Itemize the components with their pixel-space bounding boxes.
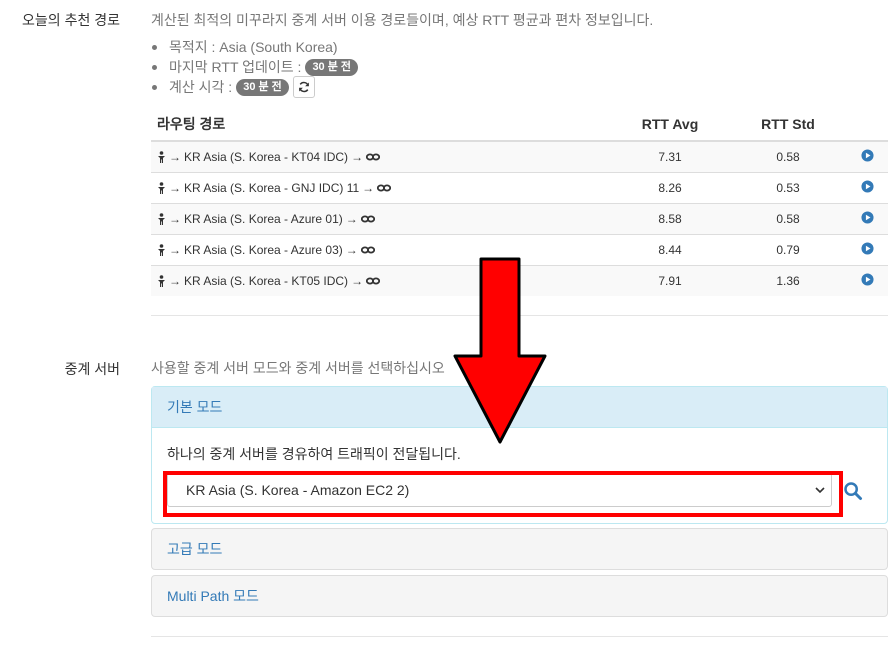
route-name: KR Asia (S. Korea - KT04 IDC) (184, 150, 349, 164)
rtt-avg-value: 8.58 (611, 203, 729, 235)
arrow-text: → (345, 212, 358, 226)
arrow-text: → (362, 181, 375, 195)
chevron-down-icon (815, 486, 825, 493)
destination-text: 목적지 : Asia (South Korea) (169, 39, 338, 55)
action-cell (847, 234, 888, 266)
rtt-std-value: 0.58 (729, 203, 847, 235)
last-update-badge: 30 분 전 (305, 58, 359, 76)
person-icon (158, 213, 165, 225)
rtt-std-value: 0.79 (729, 234, 847, 266)
last-update-label: 마지막 RTT 업데이트 : (169, 59, 302, 75)
table-row: → KR Asia (S. Korea - GNJ IDC) 11 → 8.26… (151, 172, 888, 204)
multipath-mode-title[interactable]: Multi Path 모드 (152, 576, 887, 616)
person-icon (158, 182, 165, 194)
action-cell (847, 140, 888, 173)
info-destination: 목적지 : Asia (South Korea) (151, 37, 358, 57)
bullet (152, 44, 157, 50)
header-action (847, 108, 888, 142)
person-icon (158, 151, 165, 163)
link-icon (377, 184, 392, 192)
rtt-avg-value: 7.31 (611, 140, 729, 173)
route-name: KR Asia (S. Korea - Azure 03) (184, 243, 343, 257)
route-name: KR Asia (S. Korea - KT05 IDC) (184, 274, 349, 288)
rtt-avg-value: 7.91 (611, 265, 729, 296)
arrow-text: → (351, 274, 364, 288)
multipath-mode-panel[interactable]: Multi Path 모드 (151, 575, 888, 617)
action-cell (847, 172, 888, 204)
play-circle-icon[interactable] (861, 211, 874, 224)
route-cell: → KR Asia (S. Korea - GNJ IDC) 11 → (151, 172, 611, 204)
person-icon (158, 275, 165, 287)
bullet (152, 84, 157, 90)
calc-time-badge: 30 분 전 (236, 78, 289, 96)
link-icon (360, 246, 375, 254)
table-row: → KR Asia (S. Korea - KT04 IDC) → 7.31 0… (151, 140, 888, 173)
info-last-update: 마지막 RTT 업데이트 : 30 분 전 (151, 57, 359, 77)
route-cell: → KR Asia (S. Korea - KT04 IDC) → (151, 140, 611, 173)
basic-mode-text: 하나의 중계 서버를 경유하여 트래픽이 전달됩니다. (167, 446, 461, 462)
play-circle-icon[interactable] (861, 180, 874, 193)
person-icon (158, 244, 165, 256)
action-cell (847, 265, 888, 296)
link-icon (360, 215, 375, 223)
arrow-text: → (345, 243, 358, 257)
route-name: KR Asia (S. Korea - Azure 01) (184, 212, 343, 226)
info-list: 목적지 : Asia (South Korea) 마지막 RTT 업데이트 : … (151, 37, 359, 98)
annotation-arrow-down (453, 257, 547, 444)
route-cell: → KR Asia (S. Korea - Azure 01) → (151, 203, 611, 235)
arrow-text: → (351, 150, 364, 164)
refresh-icon (298, 81, 309, 93)
refresh-button[interactable] (292, 76, 315, 98)
table-row: → KR Asia (S. Korea - Azure 01) → 8.58 0… (151, 203, 888, 235)
play-circle-icon[interactable] (861, 273, 874, 286)
action-cell (847, 203, 888, 235)
header-rtt-std: RTT Std (729, 108, 847, 142)
calc-time-label: 계산 시각 : (169, 79, 233, 95)
relay-description: 사용할 중계 서버 모드와 중계 서버를 선택하십시오 (151, 360, 445, 376)
link-icon (366, 277, 381, 285)
play-circle-icon[interactable] (861, 242, 874, 255)
rtt-avg-value: 8.26 (611, 172, 729, 204)
recommend-description: 계산된 최적의 미꾸라지 중계 서버 이용 경로들이며, 예상 RTT 평균과 … (151, 12, 654, 28)
relay-server-select[interactable]: KR Asia (S. Korea - Amazon EC2 2) (167, 473, 832, 507)
arrow-text: → (169, 212, 181, 226)
rtt-std-value: 0.58 (729, 140, 847, 173)
search-icon[interactable] (843, 481, 863, 501)
bullet (152, 64, 157, 70)
advanced-mode-title[interactable]: 고급 모드 (152, 529, 887, 569)
link-icon (366, 153, 381, 161)
info-calc-time: 계산 시각 : 30 분 전 (151, 76, 358, 98)
arrow-text: → (169, 243, 181, 257)
rtt-avg-value: 8.44 (611, 234, 729, 266)
relay-server-selected: KR Asia (S. Korea - Amazon EC2 2) (186, 482, 410, 498)
table-header-row: 라우팅 경로 RTT Avg RTT Std (151, 108, 888, 142)
rtt-std-value: 0.53 (729, 172, 847, 204)
section-label-relay: 중계 서버 (64, 361, 120, 377)
section-label-recommend: 오늘의 추천 경로 (22, 12, 120, 28)
rtt-std-value: 1.36 (729, 265, 847, 296)
divider (151, 636, 888, 637)
arrow-text: → (169, 274, 181, 288)
header-route: 라우팅 경로 (151, 108, 611, 142)
advanced-mode-panel[interactable]: 고급 모드 (151, 528, 888, 570)
play-circle-icon[interactable] (861, 149, 874, 162)
header-rtt-avg: RTT Avg (611, 108, 729, 142)
arrow-text: → (169, 150, 181, 164)
arrow-text: → (169, 181, 181, 195)
route-name: KR Asia (S. Korea - GNJ IDC) 11 (184, 181, 360, 195)
